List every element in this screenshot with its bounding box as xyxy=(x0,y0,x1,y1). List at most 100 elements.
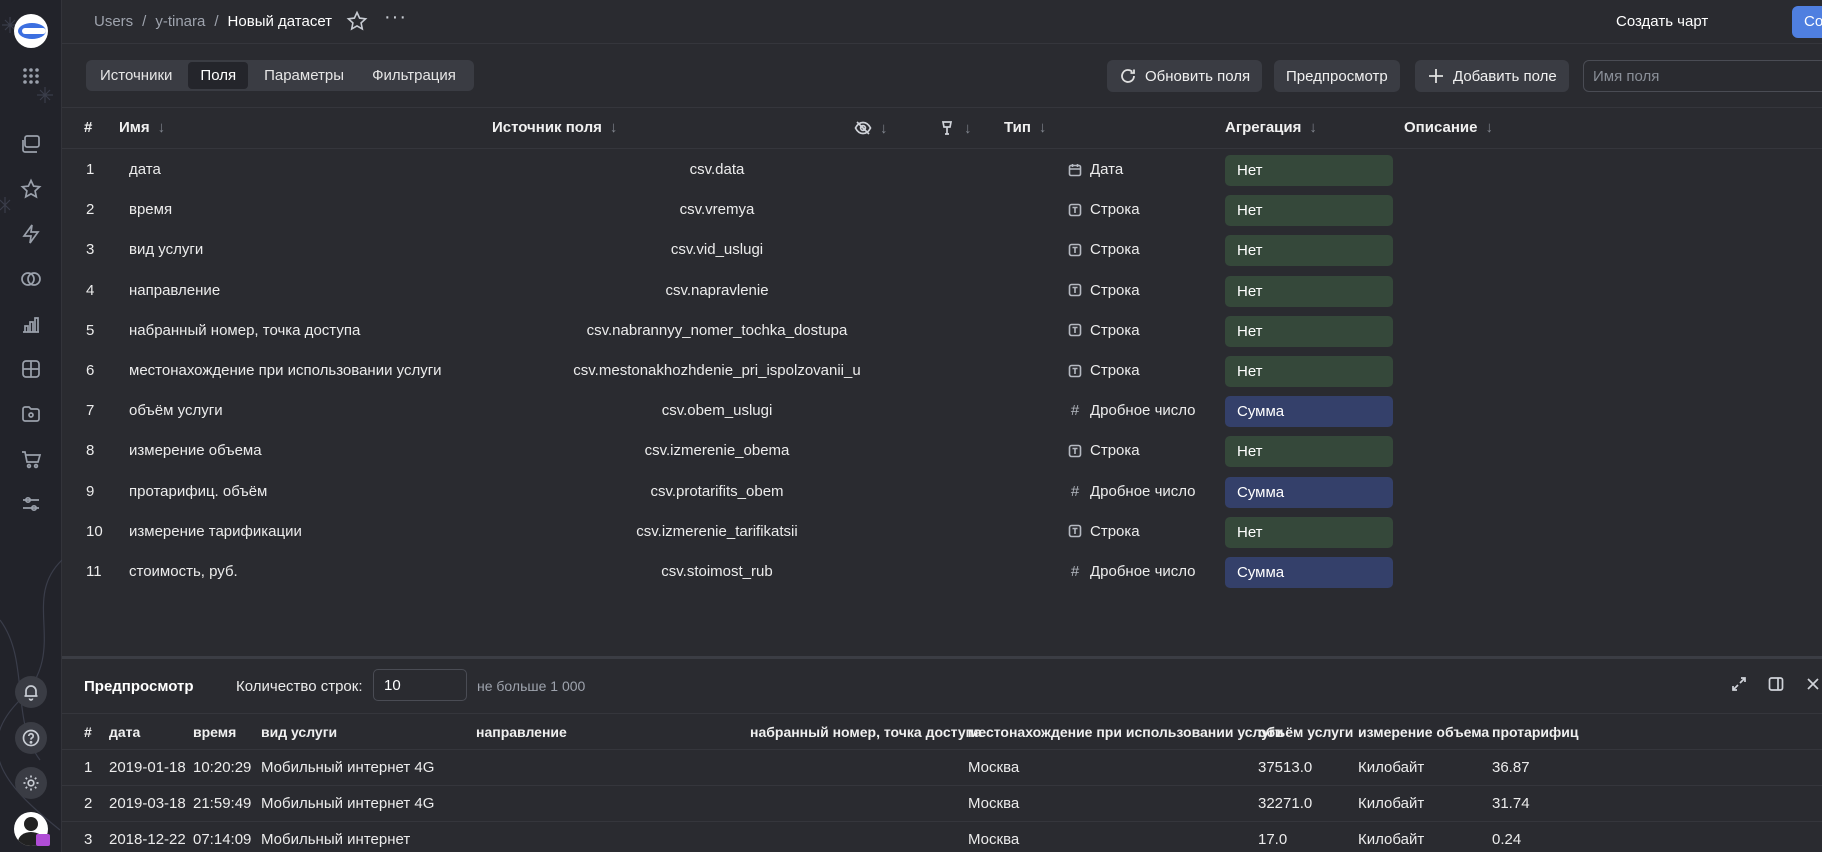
field-row[interactable]: 4 направление csv.napravlenie Строка Нет xyxy=(62,271,1822,311)
close-icon[interactable] xyxy=(1804,675,1822,695)
settings-sliders-icon[interactable] xyxy=(17,490,45,518)
field-aggregation-select[interactable]: Нет xyxy=(1225,195,1393,227)
field-type[interactable]: Строка xyxy=(1067,241,1140,258)
field-source[interactable]: csv.stoimost_rub xyxy=(472,563,962,580)
save-button[interactable]: Сохранить xyxy=(1792,6,1822,38)
datasets-icon[interactable] xyxy=(17,265,45,293)
preview-panel: Предпросмотр Количество строк: не больше… xyxy=(62,656,1822,852)
field-row[interactable]: 5 набранный номер, точка доступа csv.nabra… xyxy=(62,311,1822,351)
apps-grid-icon[interactable] xyxy=(17,62,45,90)
col-source[interactable]: Источник поля ↓ xyxy=(492,119,617,136)
field-name[interactable]: измерение тарификации xyxy=(129,523,302,540)
field-type[interactable]: Строка xyxy=(1067,442,1140,459)
col-aggregation[interactable]: Агрегация ↓ xyxy=(1225,119,1317,136)
field-type[interactable]: Дата xyxy=(1067,161,1123,178)
field-source[interactable]: csv.vid_uslugi xyxy=(472,241,962,258)
field-row[interactable]: 10 измерение тарификации csv.izmerenie_tar… xyxy=(62,512,1822,552)
field-aggregation-select[interactable]: Нет xyxy=(1225,315,1393,347)
field-type[interactable]: # Дробное число xyxy=(1067,483,1196,500)
field-source[interactable]: csv.nabrannyy_nomer_tochka_dostupa xyxy=(472,322,962,339)
field-aggregation-select[interactable]: Нет xyxy=(1225,516,1393,548)
field-type[interactable]: Строка xyxy=(1067,282,1140,299)
settings-gear-icon[interactable] xyxy=(15,767,47,799)
tab-fields[interactable]: Поля xyxy=(188,62,249,89)
field-source[interactable]: csv.data xyxy=(472,161,962,178)
app-logo[interactable] xyxy=(14,14,48,48)
field-row[interactable]: 6 местонахождение при использовании услуг… xyxy=(62,351,1822,391)
notifications-bell-icon[interactable] xyxy=(15,676,47,708)
field-row[interactable]: 2 время csv.vremya Строка Нет xyxy=(62,190,1822,230)
breadcrumb-users[interactable]: Users xyxy=(94,13,133,30)
more-options-icon[interactable]: ··· xyxy=(384,7,406,32)
folder-icon[interactable] xyxy=(17,400,45,428)
field-type[interactable]: Строка xyxy=(1067,362,1140,379)
marketplace-cart-icon[interactable] xyxy=(17,445,45,473)
field-row[interactable]: 8 измерение объема csv.izmerenie_obema Стро… xyxy=(62,431,1822,471)
col-description[interactable]: Описание ↓ xyxy=(1404,119,1493,136)
tab-sources[interactable]: Источники xyxy=(88,62,184,89)
field-aggregation-select[interactable]: Нет xyxy=(1225,235,1393,267)
col-num: # xyxy=(84,119,93,136)
field-source[interactable]: csv.mestonakhozhdenie_pri_ispolzovanii_u xyxy=(472,362,962,379)
field-aggregation-select[interactable]: Сумма xyxy=(1225,557,1393,588)
field-name[interactable]: протарифиц. объём xyxy=(129,483,267,500)
field-source[interactable]: csv.napravlenie xyxy=(472,282,962,299)
field-type[interactable]: Строка xyxy=(1067,322,1140,339)
field-aggregation-select[interactable]: Нет xyxy=(1225,275,1393,307)
field-name[interactable]: вид услуги xyxy=(129,241,203,258)
connections-bolt-icon[interactable] xyxy=(17,220,45,248)
field-row[interactable]: 11 стоимость, руб. csv.stoimost_rub # Дробно… xyxy=(62,552,1822,592)
field-source[interactable]: csv.izmerenie_obema xyxy=(472,442,962,459)
field-name[interactable]: направление xyxy=(129,282,220,299)
preview-cell: 36.87 xyxy=(1492,759,1530,776)
field-row[interactable]: 3 вид услуги csv.vid_uslugi Строка Нет xyxy=(62,230,1822,270)
field-row[interactable]: 9 протарифиц. объём csv.protarifits_obem # Д… xyxy=(62,472,1822,512)
col-name[interactable]: Имя ↓ xyxy=(119,119,165,136)
preview-col-header: протарифиц xyxy=(1492,724,1579,740)
expand-icon[interactable] xyxy=(1730,675,1750,695)
field-aggregation-select[interactable]: Нет xyxy=(1225,155,1393,186)
field-type[interactable]: # Дробное число xyxy=(1067,563,1196,580)
field-name[interactable]: дата xyxy=(129,161,161,178)
field-name[interactable]: стоимость, руб. xyxy=(129,563,238,580)
tab-filtering[interactable]: Фильтрация xyxy=(360,62,468,89)
field-aggregation-select[interactable]: Нет xyxy=(1225,436,1393,468)
field-name[interactable]: набранный номер, точка доступа xyxy=(129,322,360,339)
field-name[interactable]: местонахождение при использовании услуги xyxy=(129,362,442,379)
field-type[interactable]: Строка xyxy=(1067,523,1140,540)
help-icon[interactable] xyxy=(15,722,47,754)
field-name[interactable]: измерение объема xyxy=(129,442,262,459)
field-type[interactable]: Строка xyxy=(1067,201,1140,218)
field-source[interactable]: csv.izmerenie_tarifikatsii xyxy=(472,523,962,540)
field-aggregation-select[interactable]: Нет xyxy=(1225,356,1393,387)
field-row[interactable]: 7 объём услуги csv.obem_uslugi # Дробное чис… xyxy=(62,391,1822,431)
field-aggregation-select[interactable]: Сумма xyxy=(1225,476,1393,508)
side-panel-icon[interactable] xyxy=(1767,675,1787,695)
col-hidden[interactable]: ↓ xyxy=(854,119,888,137)
dashboards-icon[interactable] xyxy=(17,355,45,383)
field-type[interactable]: # Дробное число xyxy=(1067,402,1196,419)
preview-cell: 32271.0 xyxy=(1258,795,1313,812)
field-source[interactable]: csv.vremya xyxy=(472,201,962,218)
favorites-star-icon[interactable] xyxy=(17,175,45,203)
field-row[interactable]: 1 дата csv.data Дата Нет xyxy=(62,150,1822,190)
field-source[interactable]: csv.obem_uslugi xyxy=(472,402,962,419)
field-aggregation-select[interactable]: Сумма xyxy=(1225,396,1393,428)
field-name[interactable]: время xyxy=(129,201,172,218)
col-formula[interactable]: ↓ xyxy=(938,119,972,137)
field-source[interactable]: csv.protarifits_obem xyxy=(472,483,962,500)
sidebar xyxy=(0,0,62,852)
create-chart-button[interactable]: Создать чарт xyxy=(1616,8,1708,36)
preview-button[interactable]: Предпросмотр xyxy=(1274,60,1400,92)
charts-icon[interactable] xyxy=(17,310,45,338)
add-field-button[interactable]: Добавить поле xyxy=(1415,60,1569,92)
tab-parameters[interactable]: Параметры xyxy=(252,62,356,89)
breadcrumb-y-tinara[interactable]: y-tinara xyxy=(155,13,205,30)
row-count-input[interactable] xyxy=(373,669,467,701)
col-type[interactable]: Тип ↓ xyxy=(1004,119,1046,136)
collections-icon[interactable] xyxy=(17,130,45,158)
field-name[interactable]: объём услуги xyxy=(129,402,223,419)
refresh-fields-button[interactable]: Обновить поля xyxy=(1107,60,1263,92)
favorite-star-icon[interactable] xyxy=(346,10,368,32)
field-search-input[interactable] xyxy=(1583,60,1822,92)
